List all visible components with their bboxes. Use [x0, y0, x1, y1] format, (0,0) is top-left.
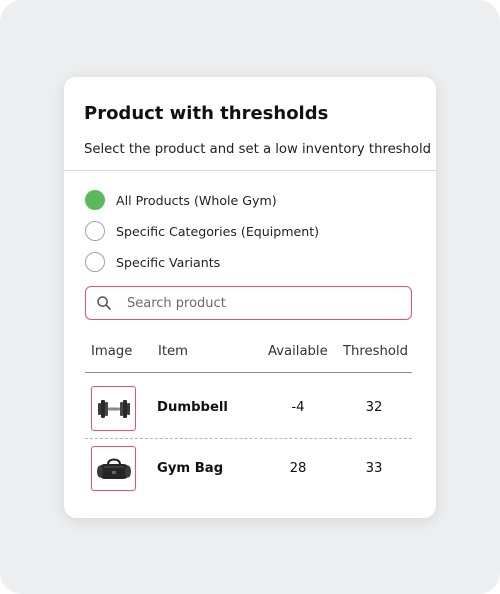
radio-label: Specific Categories (Equipment)	[116, 223, 320, 239]
table-header-rule	[85, 372, 412, 373]
search-input[interactable]	[127, 295, 397, 311]
threshold-value[interactable]: 33	[354, 461, 394, 476]
search-box[interactable]	[85, 286, 412, 320]
column-header-item: Item	[158, 344, 189, 359]
card-subtitle: Select the product and set a low invento…	[84, 142, 432, 157]
gym-bag-icon	[96, 458, 131, 479]
divider	[64, 170, 436, 171]
column-header-threshold: Threshold	[343, 344, 408, 359]
threshold-value[interactable]: 32	[354, 400, 394, 415]
radio-checked-icon[interactable]	[85, 190, 105, 210]
radio-label: All Products (Whole Gym)	[116, 192, 277, 208]
item-name: Gym Bag	[157, 461, 224, 476]
available-value: 28	[289, 461, 307, 476]
radio-label: Specific Variants	[116, 254, 221, 270]
radio-option-specific-categories[interactable]: Specific Categories (Equipment)	[85, 221, 319, 241]
product-thumbnail[interactable]	[91, 446, 136, 491]
row-divider	[85, 438, 412, 439]
threshold-card: Product with thresholds Select the produ…	[64, 77, 436, 518]
column-header-available: Available	[268, 344, 328, 359]
search-icon	[97, 296, 111, 310]
radio-unchecked-icon[interactable]	[85, 252, 105, 272]
dumbbell-icon	[97, 399, 130, 418]
radio-option-specific-variants[interactable]: Specific Variants	[85, 252, 220, 272]
radio-option-all-products[interactable]: All Products (Whole Gym)	[85, 190, 277, 210]
card-title: Product with thresholds	[84, 103, 329, 124]
radio-unchecked-icon[interactable]	[85, 221, 105, 241]
column-header-image: Image	[91, 344, 133, 359]
product-thumbnail[interactable]	[91, 386, 136, 431]
page-background: Product with thresholds Select the produ…	[0, 0, 500, 594]
item-name: Dumbbell	[157, 400, 228, 415]
available-value: -4	[291, 400, 305, 415]
